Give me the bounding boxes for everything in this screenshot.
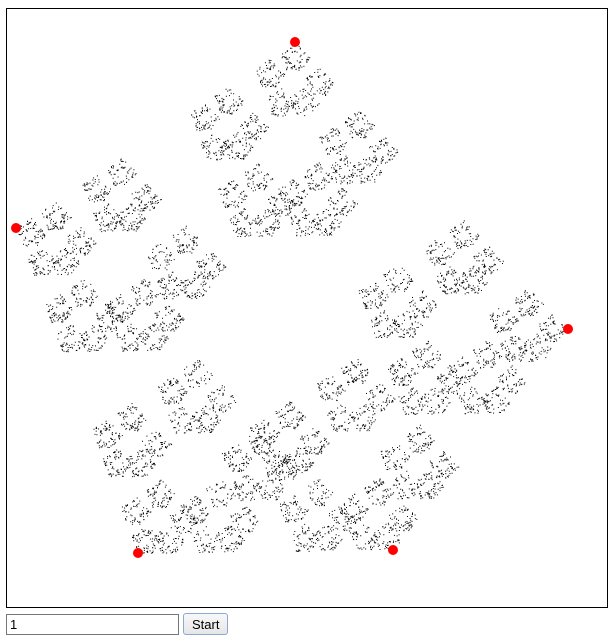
fractal-drawing	[11, 37, 573, 558]
fractal-point-cloud	[17, 43, 568, 554]
vertex-marker-4	[388, 545, 398, 555]
vertex-marker-3	[133, 548, 143, 558]
controls-bar: Start	[6, 613, 229, 635]
start-button[interactable]: Start	[183, 613, 229, 635]
vertex-marker-2	[11, 223, 21, 233]
iterations-input[interactable]	[6, 613, 179, 635]
vertex-marker-5	[563, 324, 573, 334]
vertex-marker-1	[290, 37, 300, 47]
vertex-markers	[11, 37, 573, 558]
fractal-points	[17, 43, 568, 554]
chaos-game-canvas	[6, 8, 608, 608]
